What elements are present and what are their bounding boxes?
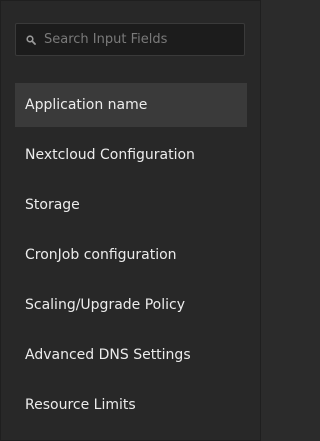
nav-item-cronjob-configuration[interactable]: CronJob configuration [15, 233, 247, 277]
nav-item-nextcloud-configuration[interactable]: Nextcloud Configuration [15, 133, 247, 177]
nav-item-label: Advanced DNS Settings [25, 347, 191, 363]
nav-item-application-name[interactable]: Application name [15, 83, 247, 127]
nav-item-advanced-dns-settings[interactable]: Advanced DNS Settings [15, 333, 247, 377]
search-input[interactable] [44, 24, 240, 55]
nav-item-label: Application name [25, 97, 148, 113]
search-box[interactable] [15, 23, 245, 56]
nav-item-label: Storage [25, 197, 80, 213]
nav-item-label: CronJob configuration [25, 247, 177, 263]
nav-item-scaling-upgrade-policy[interactable]: Scaling/Upgrade Policy [15, 283, 247, 327]
form-sections-sidebar: Application name Nextcloud Configuration… [0, 0, 261, 441]
search-icon [26, 35, 36, 45]
nav-item-storage[interactable]: Storage [15, 183, 247, 227]
nav-item-label: Nextcloud Configuration [25, 147, 195, 163]
nav-item-label: Resource Limits [25, 397, 136, 413]
nav-item-resource-limits[interactable]: Resource Limits [15, 383, 247, 427]
section-nav-list: Application name Nextcloud Configuration… [15, 83, 247, 433]
nav-item-label: Scaling/Upgrade Policy [25, 297, 185, 313]
